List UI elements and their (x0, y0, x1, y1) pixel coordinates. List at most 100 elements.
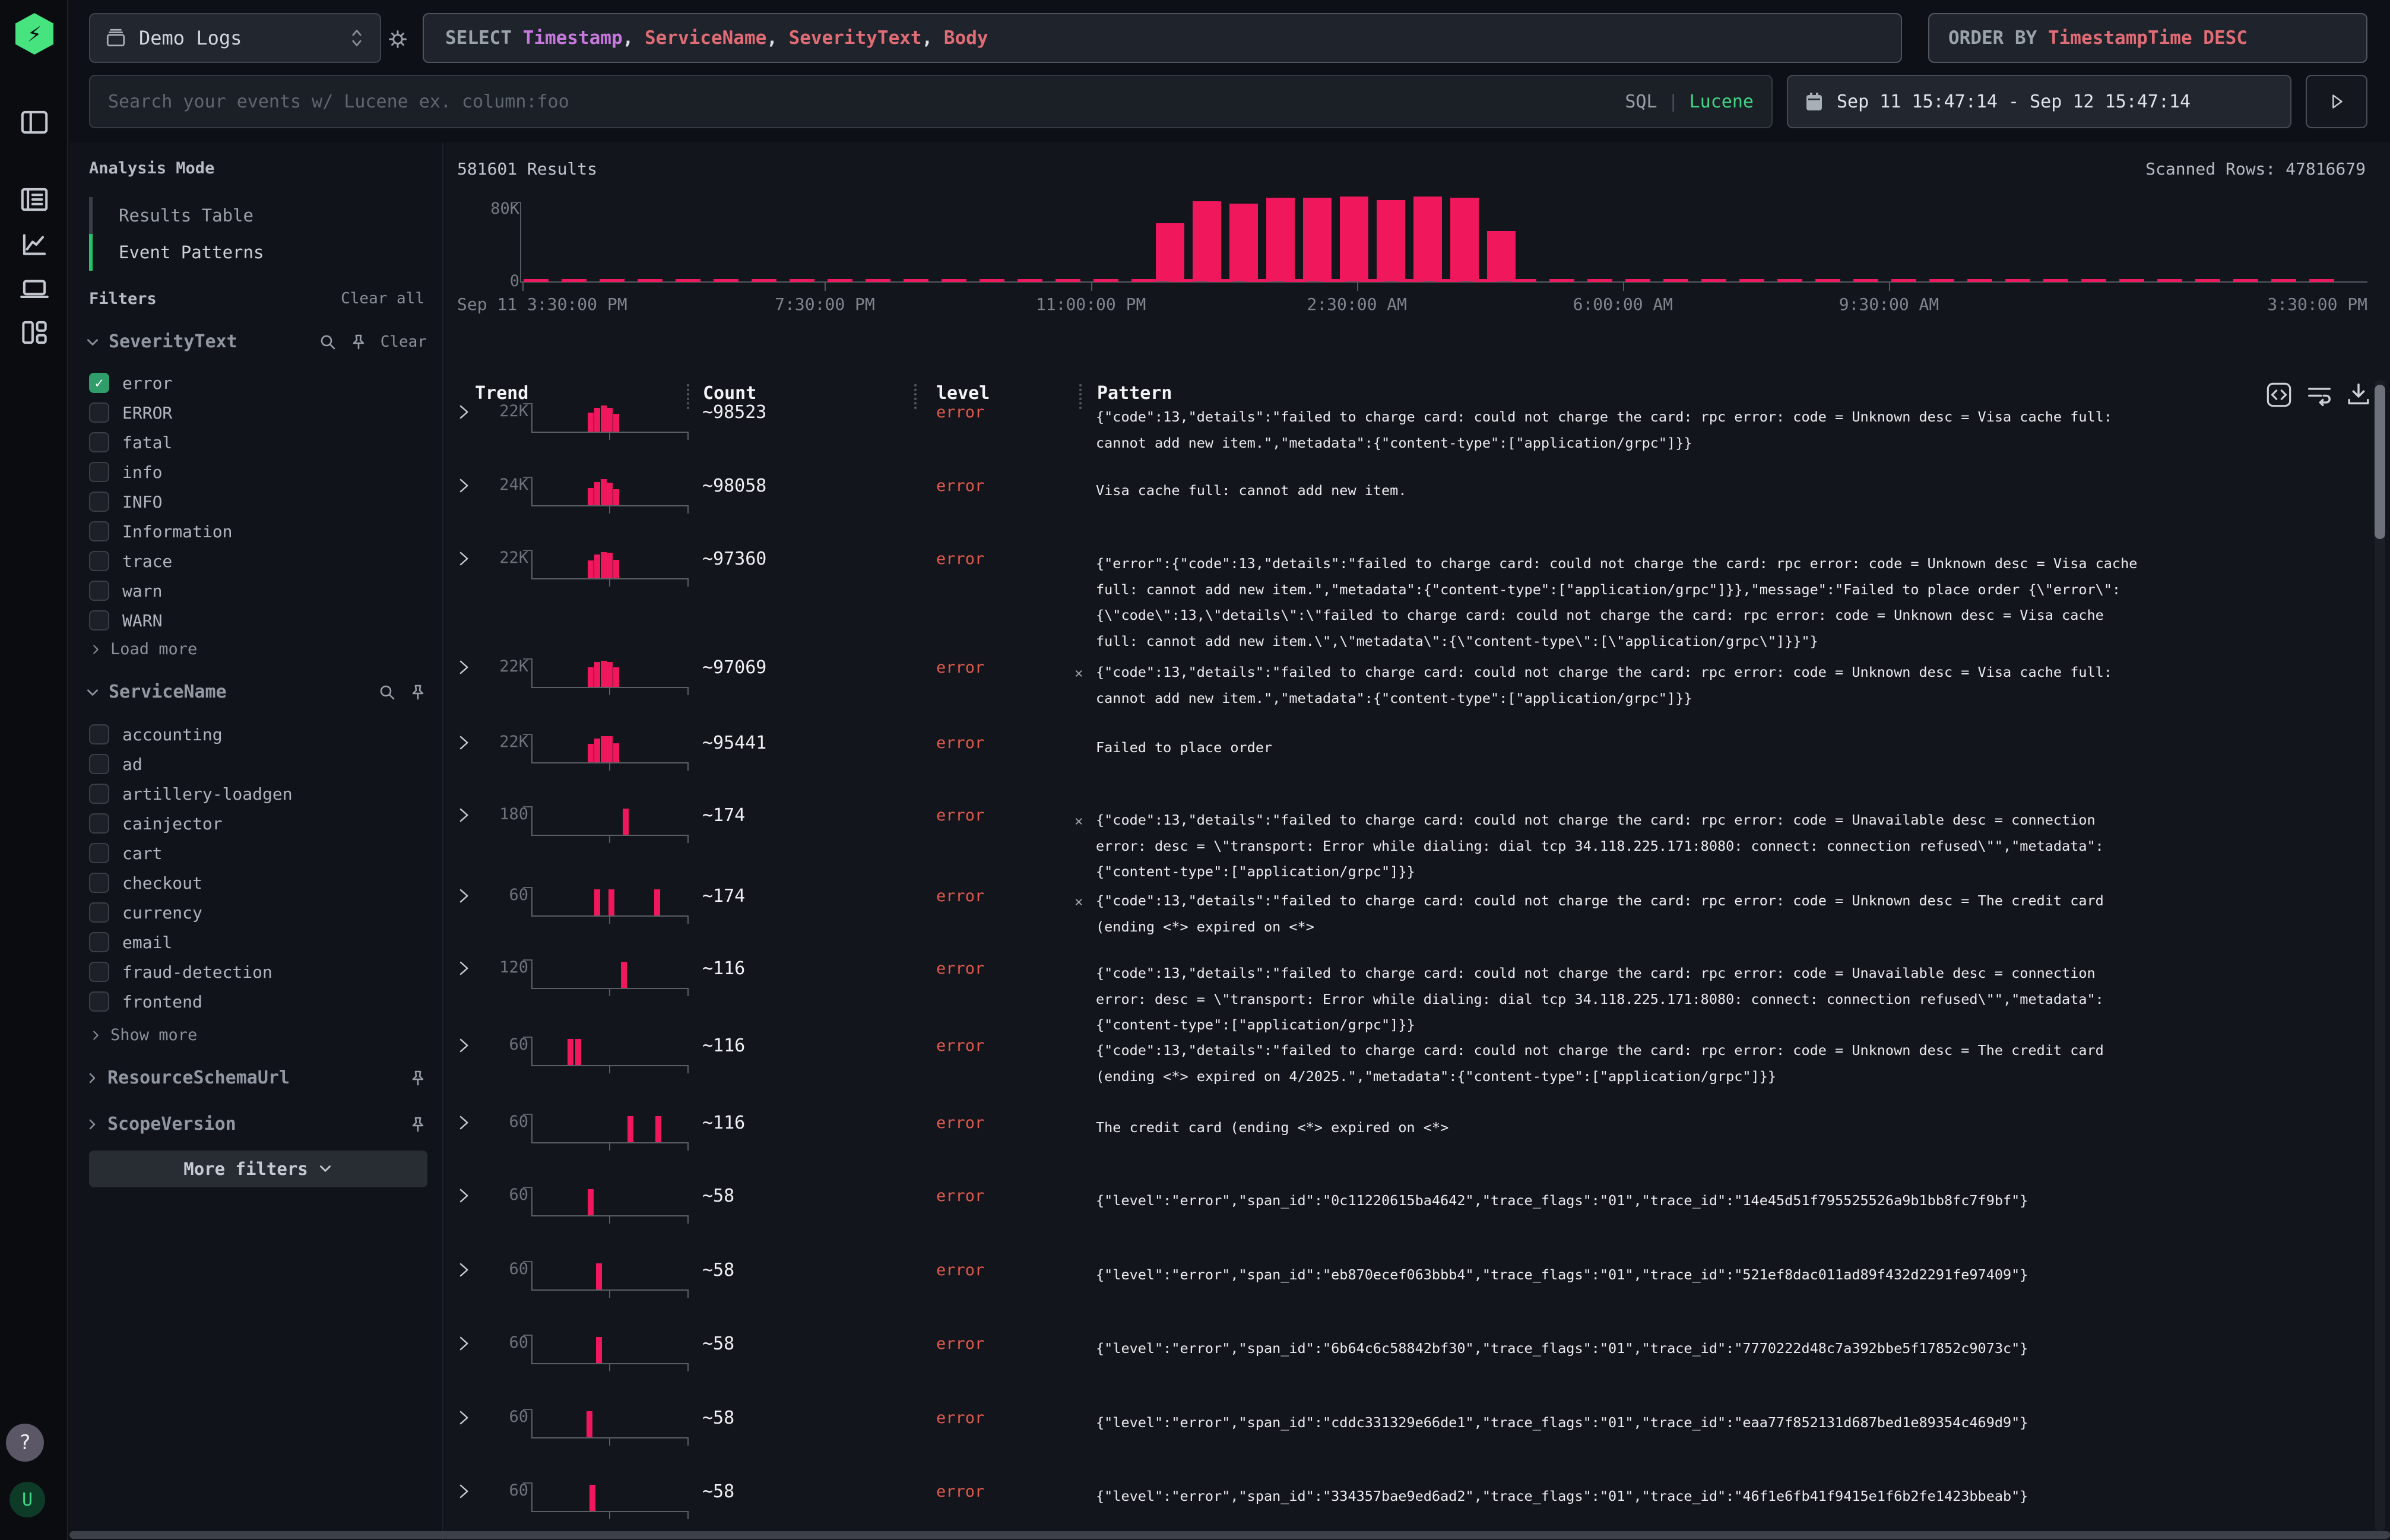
checkbox[interactable] (89, 902, 109, 923)
pin-icon[interactable] (350, 333, 367, 351)
severity-option-info[interactable]: info (89, 457, 162, 487)
horizontal-scrollbar[interactable] (69, 1531, 2390, 1539)
service-show-more[interactable]: Show more (89, 1026, 197, 1044)
mode-lucene[interactable]: Lucene (1690, 91, 1754, 112)
pattern-level: error (936, 550, 984, 568)
expand-row-chevron-icon[interactable] (455, 1037, 475, 1057)
service-option-artillery-loadgen[interactable]: artillery-loadgen (89, 779, 293, 809)
severity-option-WARN[interactable]: WARN (89, 606, 162, 635)
run-query-button[interactable] (2306, 75, 2367, 128)
expand-row-chevron-icon[interactable] (455, 1409, 475, 1429)
gear-icon[interactable] (385, 26, 411, 52)
filter-group-servicename[interactable]: ServiceName (85, 682, 427, 702)
chevron-down-icon (85, 685, 100, 700)
checkbox[interactable] (89, 962, 109, 982)
severity-option-ERROR[interactable]: ERROR (89, 398, 172, 427)
checkbox[interactable] (89, 610, 109, 630)
sessions-icon[interactable] (18, 272, 51, 305)
more-filters-button[interactable]: More filters (89, 1151, 427, 1187)
service-option-accounting[interactable]: accounting (89, 720, 223, 749)
expand-row-chevron-icon[interactable] (455, 806, 475, 826)
severity-option-error[interactable]: ✓error (89, 368, 172, 398)
order-by-input[interactable]: ORDER BY TimestampTime DESC (1928, 13, 2367, 63)
search-input[interactable]: Search your events w/ Lucene ex. column:… (89, 75, 1773, 128)
log-search-icon[interactable] (18, 183, 51, 216)
checkbox[interactable] (89, 991, 109, 1012)
service-option-checkout[interactable]: checkout (89, 868, 202, 898)
checkbox[interactable] (89, 873, 109, 893)
analysis-mode-results-table[interactable]: Results Table (89, 197, 421, 234)
search-icon[interactable] (378, 683, 396, 701)
service-option-currency[interactable]: currency (89, 898, 202, 927)
clear-all-filters-button[interactable]: Clear all (341, 290, 424, 308)
severity-option-INFO[interactable]: INFO (89, 487, 162, 516)
exclude-x-icon[interactable]: × (1074, 661, 1083, 687)
select-clause-input[interactable]: SELECT Timestamp, ServiceName, SeverityT… (423, 13, 1902, 63)
expand-row-chevron-icon[interactable] (455, 1187, 475, 1207)
checkbox[interactable] (89, 432, 109, 452)
mode-sql[interactable]: SQL (1625, 91, 1657, 112)
vertical-scrollbar-thumb[interactable] (2375, 385, 2385, 539)
service-option-email[interactable]: email (89, 927, 172, 957)
pin-icon[interactable] (409, 683, 427, 701)
expand-row-chevron-icon[interactable] (455, 1114, 475, 1134)
checkbox[interactable] (89, 521, 109, 541)
checkbox[interactable] (89, 813, 109, 834)
checkbox[interactable] (89, 754, 109, 774)
pattern-text: Failed to place order (1096, 735, 2139, 761)
exclude-x-icon[interactable]: × (1074, 809, 1083, 835)
option-label: warn (122, 581, 162, 601)
vertical-scrollbar-track[interactable] (2375, 380, 2385, 1532)
pin-icon[interactable] (409, 1069, 427, 1087)
expand-row-chevron-icon[interactable] (455, 734, 475, 754)
checkbox[interactable] (89, 462, 109, 482)
service-option-ad[interactable]: ad (89, 749, 142, 779)
filter-group-scopeversion[interactable]: ScopeVersion (85, 1114, 427, 1135)
expand-row-chevron-icon[interactable] (455, 1482, 475, 1503)
panel-toggle-icon[interactable] (18, 106, 51, 139)
search-icon[interactable] (319, 333, 337, 351)
filter-group-resourceschemaurl[interactable]: ResourceSchemaUrl (85, 1067, 427, 1088)
expand-row-chevron-icon[interactable] (455, 477, 475, 497)
pattern-level: error (936, 1482, 984, 1501)
checkbox[interactable] (89, 551, 109, 571)
severity-load-more[interactable]: Load more (89, 640, 197, 658)
clear-filter-button[interactable]: Clear (381, 333, 427, 351)
checkbox[interactable] (89, 403, 109, 423)
expand-row-chevron-icon[interactable] (455, 658, 475, 679)
chart-explorer-icon[interactable] (18, 228, 51, 261)
expand-row-chevron-icon[interactable] (455, 550, 475, 570)
source-select[interactable]: Demo Logs (89, 13, 381, 63)
expand-row-chevron-icon[interactable] (455, 1261, 475, 1281)
checkbox[interactable] (89, 492, 109, 512)
time-range-picker[interactable]: Sep 11 15:47:14 - Sep 12 15:47:14 (1787, 75, 2291, 128)
severity-option-warn[interactable]: warn (89, 576, 162, 606)
trend-axis-max-label: 60 (473, 1260, 528, 1278)
service-option-frontend[interactable]: frontend (89, 987, 202, 1016)
service-option-fraud-detection[interactable]: fraud-detection (89, 957, 272, 987)
severity-option-trace[interactable]: trace (89, 546, 172, 576)
checkbox[interactable] (89, 724, 109, 744)
dashboards-icon[interactable] (18, 316, 51, 349)
filter-group-severitytext[interactable]: SeverityText Clear (85, 331, 427, 352)
help-button[interactable]: ? (6, 1424, 44, 1462)
pin-icon[interactable] (409, 1116, 427, 1133)
logo-bolt-icon[interactable]: ⚡ (15, 13, 53, 55)
expand-row-chevron-icon[interactable] (455, 887, 475, 907)
exclude-x-icon[interactable]: × (1074, 889, 1083, 915)
pattern-text: {"level":"error","span_id":"6b64c6c58842… (1096, 1336, 2139, 1362)
analysis-mode-event-patterns[interactable]: Event Patterns (89, 234, 421, 271)
avatar[interactable]: U (9, 1482, 45, 1517)
checkbox[interactable] (89, 581, 109, 601)
severity-option-fatal[interactable]: fatal (89, 427, 172, 457)
expand-row-chevron-icon[interactable] (455, 959, 475, 980)
checkbox[interactable] (89, 843, 109, 863)
service-option-cart[interactable]: cart (89, 838, 162, 868)
service-option-cainjector[interactable]: cainjector (89, 809, 223, 838)
checkbox[interactable] (89, 932, 109, 952)
severity-option-Information[interactable]: Information (89, 516, 232, 546)
expand-row-chevron-icon[interactable] (455, 403, 475, 423)
expand-row-chevron-icon[interactable] (455, 1335, 475, 1355)
checkbox[interactable]: ✓ (89, 373, 109, 393)
checkbox[interactable] (89, 784, 109, 804)
